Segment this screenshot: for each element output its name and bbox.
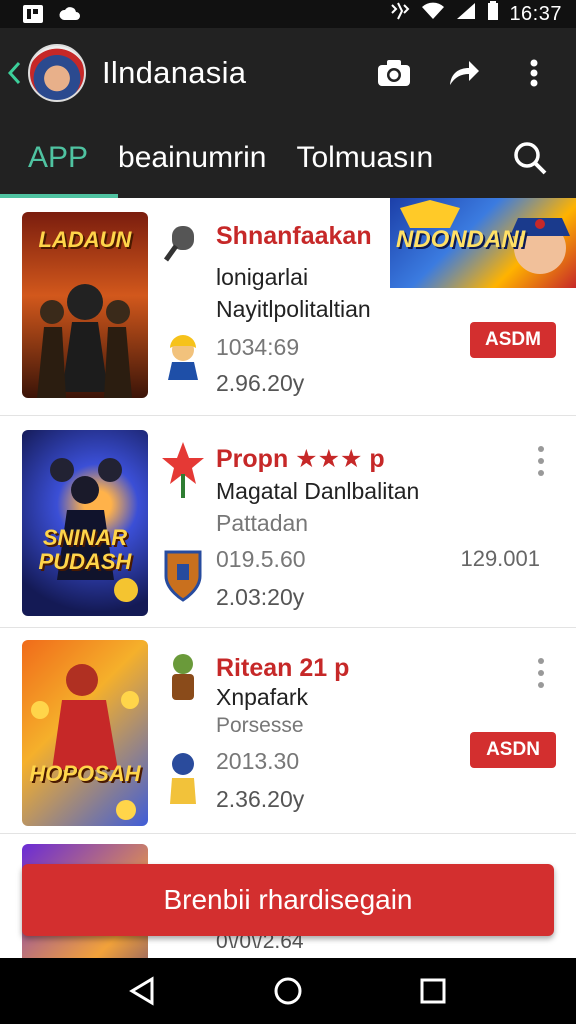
battery-icon <box>487 1 499 27</box>
cloud-icon <box>58 4 80 24</box>
game-thumbnail[interactable]: SNINAR PUDASH <box>22 430 148 616</box>
vibrate-icon <box>389 1 411 27</box>
shield-icon <box>162 546 204 604</box>
nav-recents-button[interactable] <box>413 971 453 1011</box>
status-time: 16:37 <box>509 2 562 25</box>
item-description: Porsesse <box>216 714 304 737</box>
microphone-icon <box>162 222 204 264</box>
item-count: 129.001 <box>460 546 540 571</box>
game-thumbnail[interactable]: HOPOSAH <box>22 640 148 826</box>
search-button[interactable] <box>512 140 548 176</box>
item-description: Nayitlpolitaltian <box>216 296 371 322</box>
chevron-left-icon <box>7 61 21 85</box>
wifi-icon <box>421 1 445 27</box>
install-button[interactable]: ASDM <box>470 322 556 358</box>
game-thumbnail[interactable]: LADAUN <box>22 212 148 398</box>
item-title[interactable]: Ritean 21 p <box>216 654 349 683</box>
nav-back-button[interactable] <box>123 971 163 1011</box>
item-subtitle: lonigarlai <box>216 264 309 290</box>
item-meta-2: 2.96.20y <box>216 370 305 396</box>
item-meta-1: 1034:69 <box>216 334 300 360</box>
character-avatar-icon <box>162 748 204 804</box>
camera-button[interactable] <box>370 49 418 97</box>
tab-second[interactable]: beainumrin <box>118 118 266 198</box>
thumbnail-title: SNINAR PUDASH <box>38 525 132 574</box>
primary-action-button[interactable]: Brenbii rhardisegain <box>22 864 554 936</box>
item-title[interactable]: Propn ★★★ p <box>216 444 385 474</box>
triangle-back-icon <box>128 976 154 1006</box>
notification-app-icon <box>22 4 44 24</box>
nav-home-button[interactable] <box>268 971 308 1011</box>
system-nav-bar <box>0 958 576 1024</box>
character-avatar-icon <box>162 334 204 380</box>
trophy-icon <box>162 650 204 706</box>
tab-bar: APP beainumrin Tolmuasın <box>0 118 576 198</box>
thumbnail-title: LADAUN <box>38 227 132 252</box>
status-bar: 16:37 <box>0 0 576 28</box>
item-meta-1: 019.5.60 <box>216 546 306 572</box>
item-meta-1: 2013.30 <box>216 748 300 774</box>
camera-icon <box>378 60 410 86</box>
list-item[interactable]: SNINAR PUDASH Propn ★★★ p Magatal Danlba… <box>0 416 576 628</box>
star-badge-icon <box>162 440 204 500</box>
list-item[interactable]: HOPOSAH Ritean 21 p Xnpafark Porsesse 20… <box>0 628 576 834</box>
install-button[interactable]: ASDN <box>470 732 556 768</box>
item-title[interactable]: Shnanfaakan <box>216 222 372 251</box>
app-list[interactable]: NDONDANI LADAUN Shnanfaakan lonigarlai N… <box>0 198 576 958</box>
item-subtitle: Magatal Danlbalitan <box>216 478 420 504</box>
back-button[interactable] <box>2 61 26 85</box>
item-more-button[interactable] <box>536 446 546 476</box>
item-meta-2: 2.36.20y <box>216 786 305 812</box>
item-description: Pattadan <box>216 510 309 536</box>
square-recents-icon <box>420 978 446 1004</box>
list-item[interactable]: LADAUN Shnanfaakan lonigarlai Nayitlpoli… <box>0 198 576 416</box>
page-title: Ilndanasia <box>102 55 247 90</box>
app-bar: Ilndanasia <box>0 28 576 118</box>
item-meta-2: 2.03:20y <box>216 584 305 610</box>
avatar[interactable] <box>28 44 86 102</box>
item-more-button[interactable] <box>536 658 546 688</box>
more-vertical-icon <box>530 59 538 87</box>
share-arrow-icon <box>450 61 479 85</box>
signal-icon <box>455 1 477 27</box>
item-subtitle: Xnpafark <box>216 684 309 710</box>
tab-app[interactable]: APP <box>0 118 119 198</box>
search-icon <box>514 142 547 175</box>
share-button[interactable] <box>440 49 488 97</box>
thumbnail-title: HOPOSAH <box>29 761 141 786</box>
more-options-button[interactable] <box>510 49 558 97</box>
circle-home-icon <box>274 977 302 1005</box>
tab-third[interactable]: Tolmuasın <box>296 118 433 198</box>
